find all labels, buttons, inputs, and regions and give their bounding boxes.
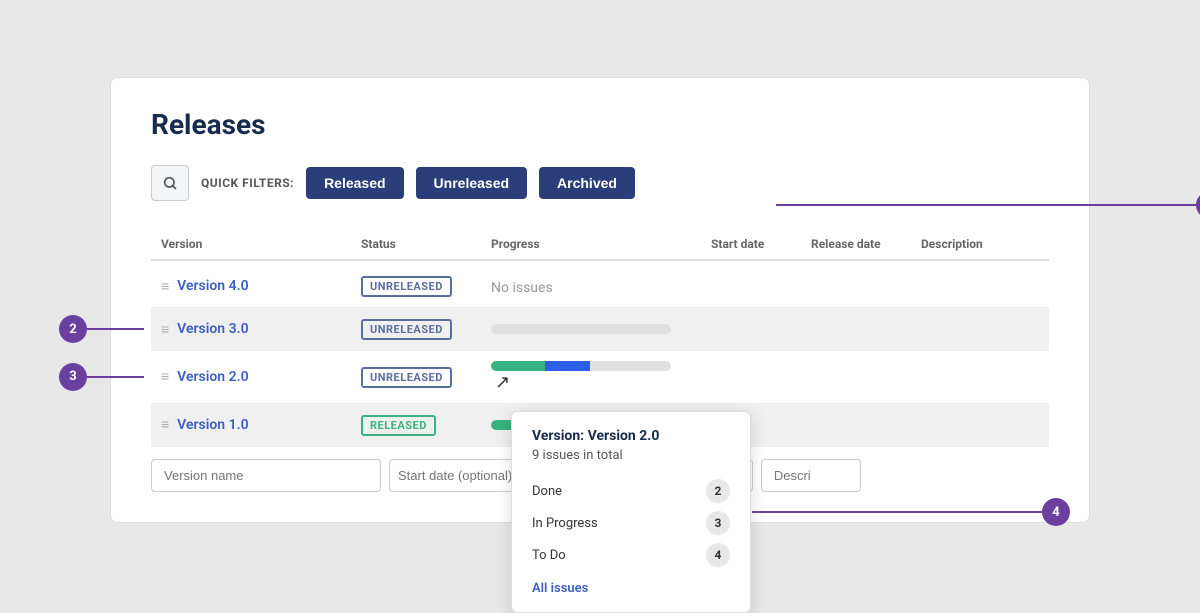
tooltip-title: Version: Version 2.0 <box>532 428 730 444</box>
page-title: Releases <box>151 108 1049 141</box>
version-link-v3[interactable]: Version 3.0 <box>177 321 248 337</box>
progress-bar-v2 <box>491 361 671 371</box>
version-name-input[interactable] <box>151 459 381 492</box>
col-progress: Progress <box>491 237 711 251</box>
progress-bar-v3 <box>491 324 671 334</box>
version-cell-v4: ≡ Version 4.0 <box>161 278 361 295</box>
version-link-v4[interactable]: Version 4.0 <box>177 278 248 294</box>
version-cell-v2: ≡ Version 2.0 <box>161 368 361 385</box>
col-description: Description <box>921 237 1039 251</box>
all-issues-link[interactable]: All issues <box>532 581 730 596</box>
table-row: 3 ≡ Version 2.0 UNRELEASED ↗ <box>151 351 1049 403</box>
col-release-date: Release date <box>811 237 921 251</box>
annotation-circle-2: 2 <box>59 315 87 343</box>
annotation-circle-3: 3 <box>59 363 87 391</box>
table-row: 2 ≡ Version 3.0 UNRELEASED <box>151 308 1049 351</box>
tooltip-row-todo: To Do 4 <box>532 539 730 571</box>
table-header: Version Status Progress Start date Relea… <box>151 229 1049 261</box>
releases-panel: Releases QUICK FILTERS: Released Unrelea… <box>110 77 1090 522</box>
released-filter-button[interactable]: Released <box>306 167 403 199</box>
col-status: Status <box>361 237 491 251</box>
annotation-1: 1 <box>776 191 1200 219</box>
search-box[interactable] <box>151 165 189 201</box>
annotation-3: 3 <box>59 363 144 391</box>
version-link-v2[interactable]: Version 2.0 <box>177 369 248 385</box>
drag-handle-icon[interactable]: ≡ <box>161 278 169 295</box>
archived-filter-button[interactable]: Archived <box>539 167 635 199</box>
status-badge-v1: RELEASED <box>361 415 436 436</box>
cursor-icon: ↗ <box>495 372 510 393</box>
drag-handle-icon[interactable]: ≡ <box>161 321 169 338</box>
version-link-v1[interactable]: Version 1.0 <box>177 417 248 433</box>
annotation-circle-4: 4 <box>1042 498 1070 526</box>
status-badge-v2: UNRELEASED <box>361 367 452 388</box>
unreleased-filter-button[interactable]: Unreleased <box>416 167 527 199</box>
drag-handle-icon[interactable]: ≡ <box>161 416 169 433</box>
progress-cell-v4: No issues <box>491 277 711 296</box>
status-badge-v4: UNRELEASED <box>361 276 452 297</box>
version-cell-v1: ≡ Version 1.0 <box>161 416 361 433</box>
tooltip-subtitle: 9 issues in total <box>532 448 730 463</box>
version-cell-v3: ≡ Version 3.0 <box>161 321 361 338</box>
status-cell-v2: UNRELEASED <box>361 366 491 388</box>
progress-fill-empty-v2 <box>590 361 671 371</box>
status-cell-v4: UNRELEASED <box>361 275 491 297</box>
progress-cell-v3 <box>491 324 711 334</box>
col-version: Version <box>161 237 361 251</box>
quick-filters-label: QUICK FILTERS: <box>201 176 294 190</box>
tooltip-row-inprogress: In Progress 3 <box>532 507 730 539</box>
annotation-4: 4 <box>752 498 1070 526</box>
annotation-2: 2 <box>59 315 144 343</box>
search-icon <box>162 175 178 191</box>
progress-cell-v2: ↗ <box>491 361 711 392</box>
desc-input[interactable] <box>761 459 861 492</box>
tooltip-done-count: 2 <box>706 479 730 503</box>
drag-handle-icon[interactable]: ≡ <box>161 368 169 385</box>
tooltip-row-done: Done 2 <box>532 475 730 507</box>
tooltip-inprogress-label: In Progress <box>532 516 598 531</box>
tooltip-todo-count: 4 <box>706 543 730 567</box>
no-issues-text: No issues <box>491 280 553 296</box>
table-row: ≡ Version 4.0 UNRELEASED No issues <box>151 265 1049 308</box>
col-start-date: Start date <box>711 237 811 251</box>
status-cell-v1: RELEASED <box>361 414 491 436</box>
progress-fill-green-v2 <box>491 361 545 371</box>
tooltip-done-label: Done <box>532 484 562 499</box>
annotation-circle-1: 1 <box>1196 191 1200 219</box>
tooltip-todo-label: To Do <box>532 548 566 563</box>
releases-table: Version Status Progress Start date Relea… <box>151 229 1049 446</box>
status-badge-v3: UNRELEASED <box>361 319 452 340</box>
status-cell-v3: UNRELEASED <box>361 318 491 340</box>
progress-fill-blue-v2 <box>545 361 590 371</box>
version-tooltip: Version: Version 2.0 9 issues in total D… <box>511 411 751 613</box>
tooltip-inprogress-count: 3 <box>706 511 730 535</box>
